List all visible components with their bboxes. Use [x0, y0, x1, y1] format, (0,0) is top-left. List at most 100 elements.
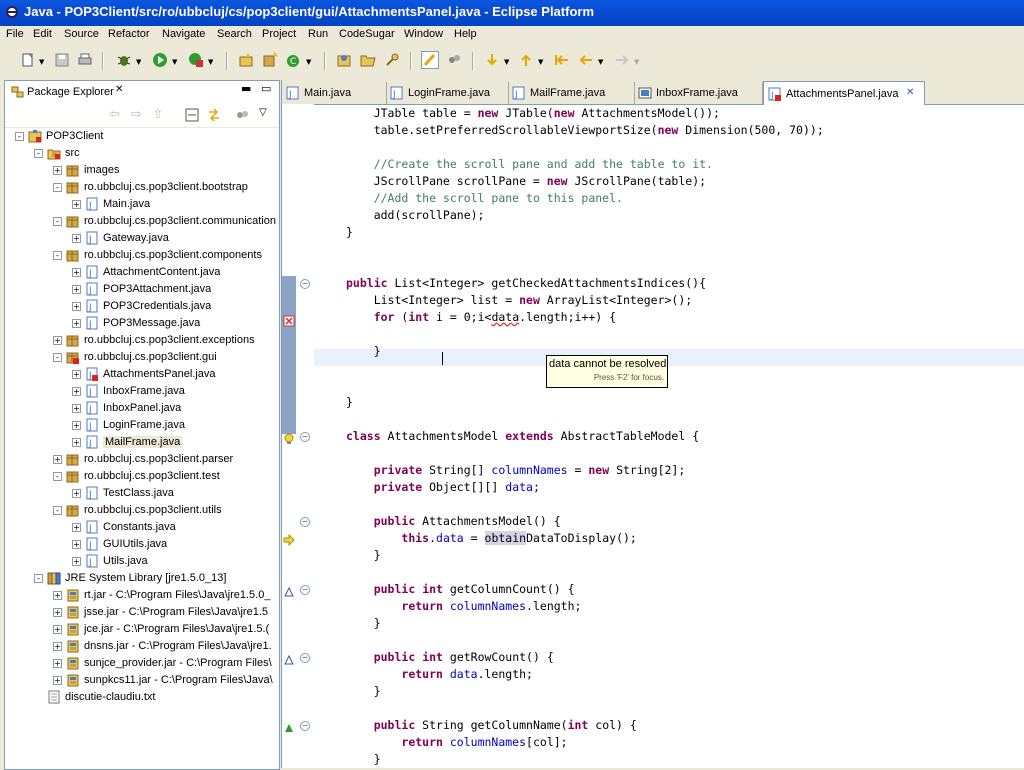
chevron-down-icon[interactable]: ▼ — [306, 58, 311, 66]
tree-row[interactable]: + jsse.jar - C:\Program Files\Java\jre1.5 — [5, 604, 279, 621]
print-icon[interactable] — [77, 52, 93, 68]
filters-icon[interactable] — [235, 108, 249, 122]
code-line[interactable]: return columnNames[col]; — [346, 734, 567, 751]
show-whitespace-icon[interactable] — [446, 52, 462, 68]
collapse-toggle[interactable]: - — [53, 251, 62, 260]
expand-toggle[interactable]: + — [72, 421, 81, 430]
menu-window[interactable]: Window — [404, 28, 443, 40]
code-line[interactable]: //Add the scroll pane to this panel. — [346, 190, 623, 207]
expand-toggle[interactable]: + — [72, 370, 81, 379]
tree-row[interactable]: - POP3Client — [5, 128, 279, 145]
code-line[interactable]: } — [346, 394, 353, 411]
chevron-down-icon[interactable]: ▼ — [634, 58, 639, 66]
code-line[interactable]: JScrollPane scrollPane = new JScrollPane… — [346, 173, 706, 190]
code-line[interactable]: } — [346, 343, 381, 360]
code-line[interactable]: //Create the scroll pane and add the tab… — [346, 156, 713, 173]
code-line[interactable]: table.setPreferredScrollableViewportSize… — [346, 122, 824, 139]
code-line[interactable]: } — [346, 751, 381, 768]
expand-toggle[interactable]: + — [72, 200, 81, 209]
tree-row[interactable]: - ro.ubbcluj.cs.pop3client.gui — [5, 349, 279, 366]
code-line[interactable]: for (int i = 0;i<data.length;i++) { — [346, 309, 616, 326]
tree-row[interactable]: discutie-claudiu.txt — [5, 689, 279, 706]
tree-row[interactable]: + ro.ubbcluj.cs.pop3client.exceptions — [5, 332, 279, 349]
menu-project[interactable]: Project — [262, 28, 296, 40]
tree-row[interactable]: + jce.jar - C:\Program Files\Java\jre1.5.… — [5, 621, 279, 638]
tab-main-java[interactable]: J Main.java — [282, 82, 387, 104]
tree-row[interactable]: + J Main.java — [5, 196, 279, 213]
code-area[interactable]: JTable table = new JTable(new Attachment… — [314, 104, 1024, 768]
error-hover-tooltip[interactable]: data cannot be resolved Press 'F2' for f… — [546, 355, 668, 388]
chevron-down-icon[interactable]: ▼ — [136, 58, 141, 66]
override-indicator-icon[interactable] — [284, 655, 294, 665]
expand-toggle[interactable]: + — [53, 625, 62, 634]
expand-toggle[interactable]: + — [72, 523, 81, 532]
back-icon[interactable] — [578, 52, 594, 68]
tree-row[interactable]: + sunjce_provider.jar - C:\Program Files\ — [5, 655, 279, 672]
fold-collapse-icon[interactable]: − — [300, 432, 310, 442]
menu-navigate[interactable]: Navigate — [162, 28, 205, 40]
collapse-toggle[interactable]: - — [53, 183, 62, 192]
code-line[interactable]: private Object[][] data; — [346, 479, 540, 496]
window-title-bar[interactable]: Java - POP3Client/src/ro/ubbcluj/cs/pop3… — [0, 0, 1024, 26]
expand-toggle[interactable]: + — [72, 302, 81, 311]
tree-row[interactable]: - ro.ubbcluj.cs.pop3client.communication — [5, 213, 279, 230]
code-line[interactable]: public int getRowCount() { — [346, 649, 554, 666]
next-annotation-icon[interactable] — [484, 52, 500, 68]
menu-codesugar[interactable]: CodeSugar — [339, 28, 395, 40]
tree-row[interactable]: + J Gateway.java — [5, 230, 279, 247]
expand-toggle[interactable]: + — [53, 336, 62, 345]
package-explorer-tab[interactable]: Package Explorer ✕ ▬ ▭ — [5, 81, 279, 103]
expand-toggle[interactable]: + — [53, 591, 62, 600]
expand-toggle[interactable]: + — [72, 489, 81, 498]
tree-row[interactable]: + J InboxPanel.java — [5, 400, 279, 417]
code-line[interactable]: this.data = obtainDataToDisplay(); — [346, 530, 637, 547]
tab-inboxframe-java[interactable]: InboxFrame.java — [634, 82, 763, 104]
code-line[interactable]: class AttachmentsModel extends AbstractT… — [346, 428, 699, 445]
expand-toggle[interactable]: + — [72, 387, 81, 396]
close-icon[interactable]: ✕ — [906, 87, 914, 98]
up-icon[interactable]: ⇧ — [153, 107, 163, 121]
menu-edit[interactable]: Edit — [33, 28, 52, 40]
expand-toggle[interactable]: + — [53, 642, 62, 651]
expand-toggle[interactable]: + — [53, 166, 62, 175]
open-folder-icon[interactable] — [360, 52, 376, 68]
last-edit-location-icon[interactable] — [554, 52, 570, 68]
collapse-toggle[interactable]: - — [15, 132, 24, 141]
code-line[interactable]: return data.length; — [346, 666, 533, 683]
tab-mailframe-java[interactable]: J MailFrame.java — [508, 82, 635, 104]
tree-row[interactable]: + J POP3Attachment.java — [5, 281, 279, 298]
fold-collapse-icon[interactable]: − — [300, 517, 310, 527]
toggle-mark-occurrences-icon[interactable] — [421, 51, 439, 69]
collapse-toggle[interactable]: - — [53, 506, 62, 515]
fold-collapse-icon[interactable]: − — [300, 721, 310, 731]
minimize-icon[interactable]: ▬ — [241, 82, 251, 95]
previous-annotation-icon[interactable] — [518, 52, 534, 68]
code-line[interactable]: List<Integer> list = new ArrayList<Integ… — [346, 292, 693, 309]
tree-row[interactable]: - ro.ubbcluj.cs.pop3client.bootstrap — [5, 179, 279, 196]
chevron-down-icon[interactable]: ▼ — [39, 58, 44, 66]
tree-row[interactable]: + rt.jar - C:\Program Files\Java\jre1.5.0… — [5, 587, 279, 604]
code-line[interactable]: } — [346, 615, 381, 632]
expand-toggle[interactable]: + — [53, 676, 62, 685]
expand-toggle[interactable]: + — [72, 268, 81, 277]
fold-collapse-icon[interactable]: − — [300, 653, 310, 663]
tree-row[interactable]: - ro.ubbcluj.cs.pop3client.components — [5, 247, 279, 264]
tab-loginframe-java[interactable]: J LoginFrame.java — [386, 82, 509, 104]
menu-run[interactable]: Run — [308, 28, 328, 40]
new-package-icon[interactable] — [262, 52, 278, 68]
tree-row[interactable]: + J Utils.java — [5, 553, 279, 570]
code-line[interactable]: } — [346, 224, 353, 241]
code-line[interactable]: public int getColumnCount() { — [346, 581, 575, 598]
forward-icon[interactable]: ⇨ — [131, 107, 142, 122]
expand-toggle[interactable]: + — [72, 404, 81, 413]
code-line[interactable]: add(scrollPane); — [346, 207, 485, 224]
search-icon[interactable] — [384, 52, 400, 68]
new-java-project-icon[interactable] — [238, 52, 254, 68]
expand-toggle[interactable]: + — [72, 438, 81, 447]
maximize-icon[interactable]: ▭ — [261, 82, 271, 95]
collapse-toggle[interactable]: - — [53, 217, 62, 226]
tree-row[interactable]: + ro.ubbcluj.cs.pop3client.parser — [5, 451, 279, 468]
chevron-down-icon[interactable]: ▼ — [598, 58, 603, 66]
collapse-toggle[interactable]: - — [53, 472, 62, 481]
new-icon[interactable] — [20, 52, 36, 68]
